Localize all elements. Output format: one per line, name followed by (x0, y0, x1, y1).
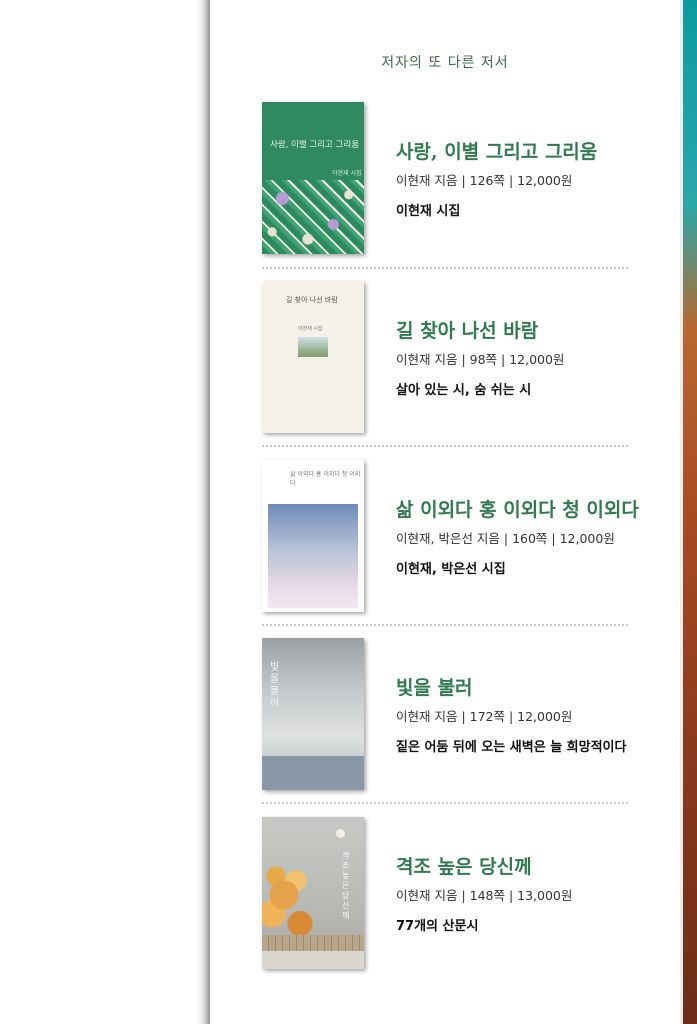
book-tagline: 이현재, 박은선 시집 (396, 562, 506, 577)
cover-illustration (298, 337, 328, 357)
book-cover-image: 빛을 불러 (262, 638, 364, 790)
cover-wall (262, 935, 364, 951)
book-cover-image: 사랑, 이별 그리고 그리움 이현재 시집 (262, 102, 364, 254)
next-page-edge (680, 0, 697, 1024)
book-cover-image: 길 찾아 나선 바람 이현재 시집 (262, 281, 364, 433)
book-tagline: 77개의 산문시 (396, 919, 479, 934)
book-tagline: 짙은 어둠 뒤에 오는 새벽은 늘 희망적이다 (396, 740, 627, 755)
book-entry: 삶 이외다 홍 이외다 청 이외다 삶 이외다 홍 이외다 청 이외다 이현재,… (262, 460, 639, 615)
cover-title: 길 찾아 나선 바람 (286, 296, 338, 304)
section-heading: 저자의 또 다른 저서 (381, 55, 509, 71)
cover-title: 격조 높은 당신께 (342, 851, 350, 920)
book-cover-image: 삶 이외다 홍 이외다 청 이외다 (262, 460, 364, 612)
cover-band (262, 756, 364, 790)
book-tagline: 살아 있는 시, 숨 쉬는 시 (396, 383, 532, 398)
cover-title: 삶 이외다 홍 이외다 청 이외다 (290, 471, 361, 487)
book-entry: 격조 높은 당신께 격조 높은 당신께 이현재 지음 | 148쪽 | 13,0… (262, 817, 632, 972)
book-tagline: 이현재 시집 (396, 204, 461, 219)
book-entry: 길 찾아 나선 바람 이현재 시집 길 찾아 나선 바람 이현재 지음 | 98… (262, 281, 632, 436)
dotted-divider (262, 267, 628, 269)
cover-author: 이현재 시집 (332, 170, 362, 177)
dotted-divider (262, 624, 628, 626)
book-title: 삶 이외다 홍 이외다 청 이외다 (396, 499, 639, 521)
book-meta: 이현재 지음 | 148쪽 | 13,000원 (396, 888, 573, 903)
dotted-divider (262, 445, 628, 447)
book-meta: 이현재 지음 | 126쪽 | 12,000원 (396, 173, 573, 188)
book-entry: 빛을 불러 빛을 불러 이현재 지음 | 172쪽 | 12,000원 짙은 어… (262, 638, 632, 793)
cover-title: 사랑, 이별 그리고 그리움 (270, 140, 360, 150)
book-title: 빛을 불러 (396, 677, 473, 699)
cover-gradient-art (268, 504, 358, 608)
cover-floral-pattern (262, 180, 364, 254)
moon-icon (336, 829, 345, 838)
book-meta: 이현재 지음 | 172쪽 | 12,000원 (396, 709, 573, 724)
cover-title: 빛을 불러 (270, 662, 280, 709)
book-meta: 이현재, 박은선 지음 | 160쪽 | 12,000원 (396, 531, 615, 546)
dotted-divider (262, 802, 628, 804)
cover-ground (262, 951, 364, 969)
cover-author: 이현재 시집 (298, 326, 323, 332)
book-title: 길 찾아 나선 바람 (396, 320, 539, 342)
book-cover-image: 격조 높은 당신께 (262, 817, 364, 969)
book-entry: 사랑, 이별 그리고 그리움 이현재 시집 사랑, 이별 그리고 그리움 이현재… (262, 102, 632, 257)
book-meta: 이현재 지음 | 98쪽 | 12,000원 (396, 352, 565, 367)
book-page: 저자의 또 다른 저서 사랑, 이별 그리고 그리움 이현재 시집 사랑, 이별… (210, 0, 680, 1024)
book-title: 사랑, 이별 그리고 그리움 (396, 141, 598, 163)
book-gutter-shadow (196, 0, 210, 1024)
book-title: 격조 높은 당신께 (396, 856, 532, 878)
